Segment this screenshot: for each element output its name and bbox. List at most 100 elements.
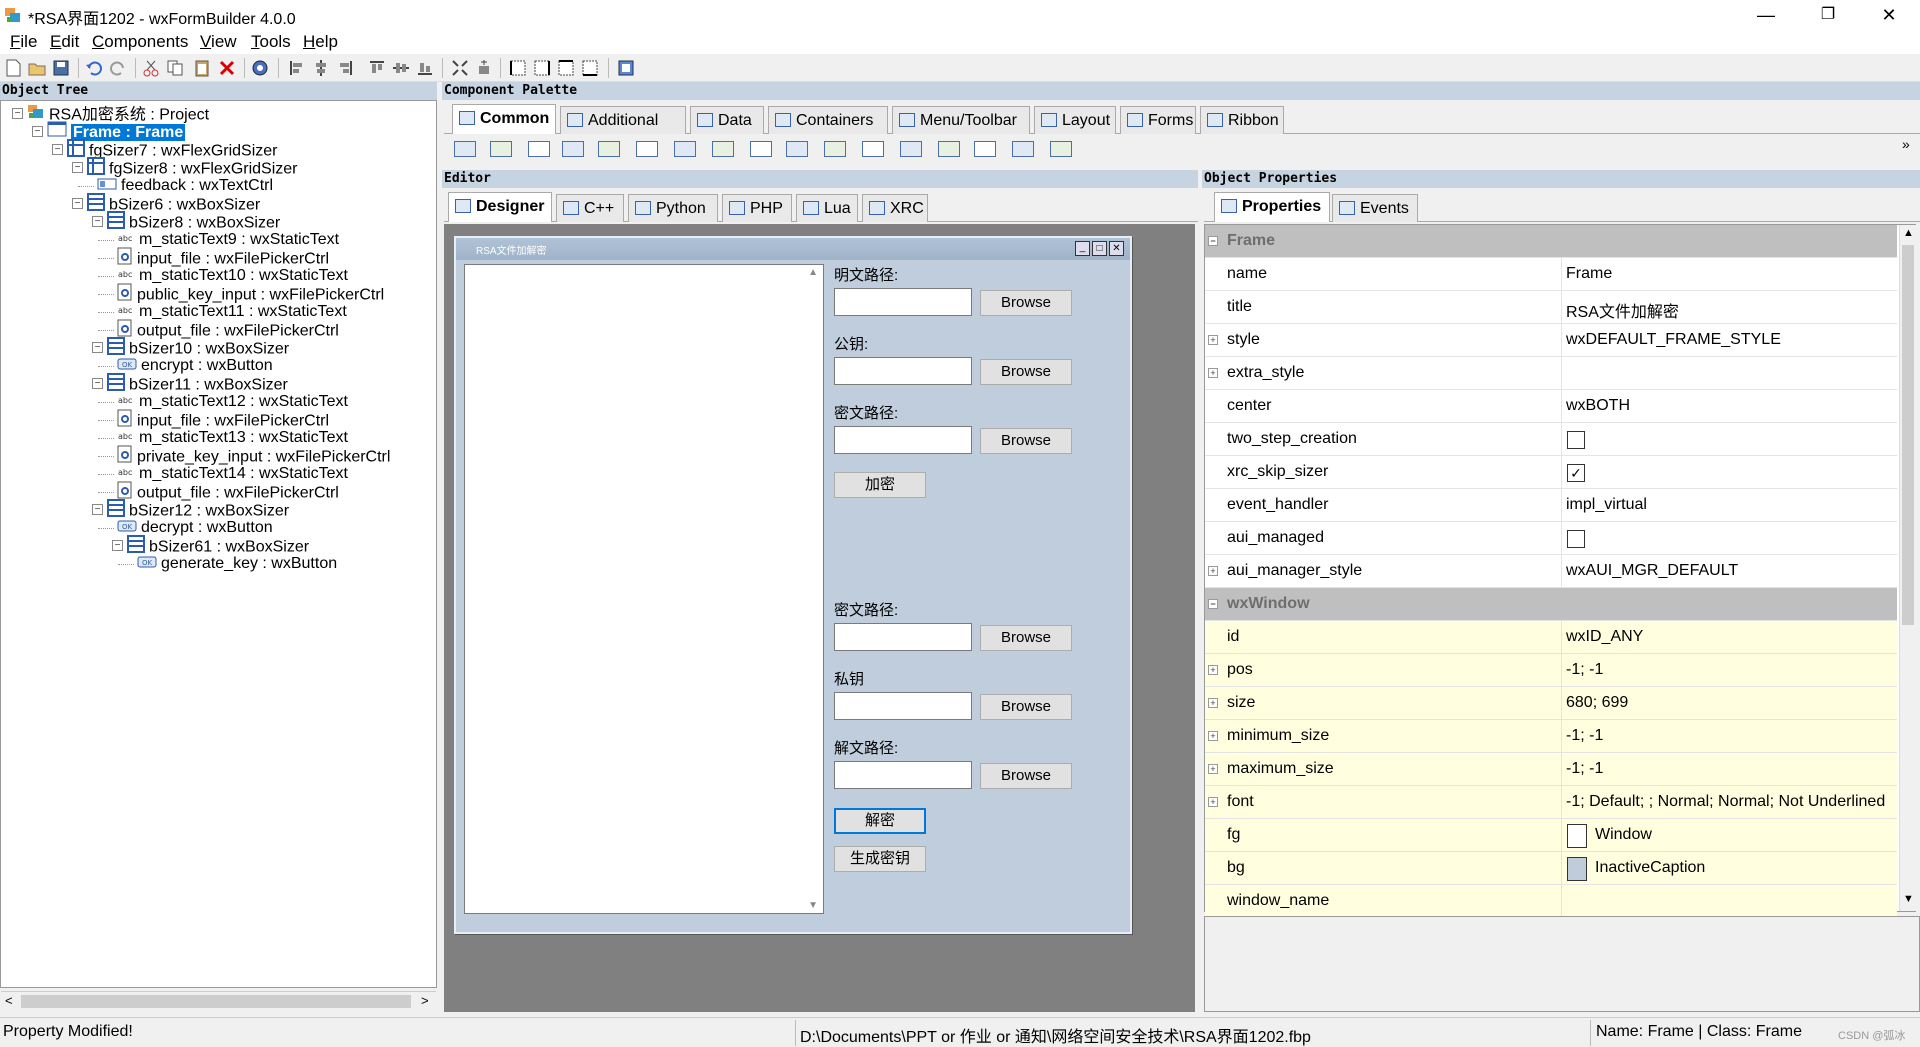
- border-left-icon[interactable]: [508, 58, 528, 78]
- palette-tab-menu-toolbar[interactable]: Menu/Toolbar: [892, 106, 1030, 134]
- scroll-down-icon[interactable]: ▼: [1903, 893, 1914, 905]
- expand-icon[interactable]: +: [1208, 698, 1218, 708]
- palette-static-line-icon[interactable]: [938, 141, 960, 157]
- property-value[interactable]: RSA文件加解密: [1566, 298, 1679, 322]
- tree-expand-icon[interactable]: −: [52, 144, 63, 155]
- menu-help[interactable]: Help: [297, 32, 344, 52]
- property-checkbox[interactable]: [1567, 530, 1585, 548]
- align-left-icon[interactable]: [287, 58, 307, 78]
- property-row-aui-managed[interactable]: aui_managed: [1205, 522, 1897, 555]
- align-top-icon[interactable]: [367, 58, 387, 78]
- design-file-path-input[interactable]: [834, 426, 972, 454]
- editor-tab-python[interactable]: Python: [628, 194, 718, 222]
- delete-icon[interactable]: [217, 58, 237, 78]
- property-row-two-step-creation[interactable]: two_step_creation: [1205, 423, 1897, 456]
- property-value[interactable]: -1; Default; ; Normal; Normal; Not Under…: [1566, 793, 1885, 811]
- scroll-left-icon[interactable]: <: [5, 993, 13, 1008]
- palette-tab-containers[interactable]: Containers: [768, 106, 888, 134]
- design-browse-button[interactable]: Browse: [980, 359, 1072, 385]
- scrollbar-thumb[interactable]: [21, 995, 411, 1008]
- menu-file[interactable]: File: [4, 32, 43, 52]
- menu-components[interactable]: Components: [86, 32, 194, 52]
- expand-icon[interactable]: [450, 58, 470, 78]
- property-row-bg[interactable]: bg InactiveCaption: [1205, 852, 1897, 885]
- property-value[interactable]: wxDEFAULT_FRAME_STYLE: [1566, 331, 1781, 349]
- properties-tab-properties[interactable]: Properties: [1214, 192, 1330, 222]
- design-generate-key-button[interactable]: 生成密钥: [834, 846, 926, 872]
- design-file-path-input[interactable]: [834, 623, 972, 651]
- property-row-extra-style[interactable]: + extra_style: [1205, 357, 1897, 390]
- close-window-button[interactable]: ✕: [1866, 0, 1912, 30]
- tree-horizontal-scrollbar[interactable]: < >: [1, 991, 436, 1011]
- design-file-path-input[interactable]: [834, 357, 972, 385]
- align-center-icon[interactable]: [311, 58, 331, 78]
- tree-expand-icon[interactable]: −: [92, 378, 103, 389]
- palette-slider-icon[interactable]: [974, 141, 996, 157]
- property-row-font[interactable]: + font -1; Default; ; Normal; Normal; Not …: [1205, 786, 1897, 819]
- editor-tab-xrc[interactable]: XRC: [862, 194, 928, 222]
- frame-maximize-button[interactable]: □: [1092, 241, 1107, 256]
- design-browse-button[interactable]: Browse: [980, 290, 1072, 316]
- property-value[interactable]: -1; -1: [1566, 727, 1603, 745]
- design-file-path-input[interactable]: [834, 761, 972, 789]
- expand-icon[interactable]: +: [1208, 335, 1218, 345]
- palette-gauge-icon[interactable]: [1012, 141, 1034, 157]
- palette-text-ctrl-icon[interactable]: [562, 141, 584, 157]
- align-middle-icon[interactable]: [391, 58, 411, 78]
- palette-button-icon[interactable]: [454, 141, 476, 157]
- property-value[interactable]: 680; 699: [1566, 694, 1628, 712]
- undo-icon[interactable]: [84, 58, 104, 78]
- property-checkbox[interactable]: [1567, 431, 1585, 449]
- property-row-aui-manager-style[interactable]: + aui_manager_style wxAUI_MGR_DEFAULT: [1205, 555, 1897, 588]
- scroll-right-icon[interactable]: >: [421, 993, 429, 1008]
- property-row-size[interactable]: + size 680; 699: [1205, 687, 1897, 720]
- generate-code-icon[interactable]: [250, 58, 270, 78]
- redo-icon[interactable]: [108, 58, 128, 78]
- collapse-icon[interactable]: −: [1208, 236, 1218, 246]
- property-grid-scrollbar[interactable]: ▲ ▼: [1899, 225, 1916, 911]
- save-project-icon[interactable]: [51, 58, 71, 78]
- property-value[interactable]: impl_virtual: [1566, 496, 1647, 514]
- property-value[interactable]: Frame: [1566, 265, 1612, 283]
- palette-scroll-button[interactable]: »: [1902, 136, 1910, 152]
- design-file-path-input[interactable]: [834, 288, 972, 316]
- tree-expand-icon[interactable]: −: [32, 126, 43, 137]
- property-value[interactable]: wxAUI_MGR_DEFAULT: [1566, 562, 1738, 580]
- property-row-event-handler[interactable]: event_handler impl_virtual: [1205, 489, 1897, 522]
- tree-node[interactable]: OK generate_key : wxButton: [137, 553, 337, 575]
- tree-expand-icon[interactable]: −: [112, 540, 123, 551]
- property-category[interactable]: − Frame: [1205, 225, 1897, 258]
- menu-view[interactable]: View: [194, 32, 243, 52]
- property-row-center[interactable]: center wxBOTH: [1205, 390, 1897, 423]
- color-swatch[interactable]: [1567, 857, 1587, 881]
- editor-tab-lua[interactable]: Lua: [796, 194, 858, 222]
- property-row-maximum-size[interactable]: + maximum_size -1; -1: [1205, 753, 1897, 786]
- border-top-icon[interactable]: [556, 58, 576, 78]
- editor-tab-cpp[interactable]: C++: [556, 194, 624, 222]
- new-project-icon[interactable]: [3, 58, 23, 78]
- property-row-xrc-skip-sizer[interactable]: xrc_skip_sizer ✓: [1205, 456, 1897, 489]
- property-row-window-name[interactable]: window_name: [1205, 885, 1897, 918]
- frame-minimize-button[interactable]: _: [1075, 241, 1090, 256]
- design-encrypt-button[interactable]: 加密: [834, 472, 926, 498]
- feedback-textctrl[interactable]: ▲ ▼: [464, 264, 824, 914]
- tree-expand-icon[interactable]: −: [12, 108, 23, 119]
- tree-expand-icon[interactable]: −: [72, 198, 83, 209]
- menu-edit[interactable]: Edit: [44, 32, 85, 52]
- palette-check-list-icon[interactable]: [786, 141, 808, 157]
- tree-expand-icon[interactable]: −: [92, 342, 103, 353]
- palette-radio-button-icon[interactable]: [900, 141, 922, 157]
- property-checkbox[interactable]: ✓: [1567, 464, 1585, 482]
- palette-tab-additional[interactable]: Additional: [560, 106, 686, 134]
- expand-icon[interactable]: +: [1208, 665, 1218, 675]
- minimize-button[interactable]: —: [1743, 0, 1789, 30]
- frame-close-button[interactable]: ✕: [1109, 241, 1124, 256]
- design-browse-button[interactable]: Browse: [980, 625, 1072, 651]
- wrap-sizer-icon[interactable]: [616, 58, 636, 78]
- expand-icon[interactable]: +: [1208, 368, 1218, 378]
- tree-expand-icon[interactable]: −: [92, 504, 103, 515]
- palette-static-bitmap-icon[interactable]: [598, 141, 620, 157]
- palette-static-text-icon[interactable]: [528, 141, 550, 157]
- editor-tab-php[interactable]: PHP: [722, 194, 792, 222]
- feedback-scroll-down-icon[interactable]: ▼: [808, 900, 818, 911]
